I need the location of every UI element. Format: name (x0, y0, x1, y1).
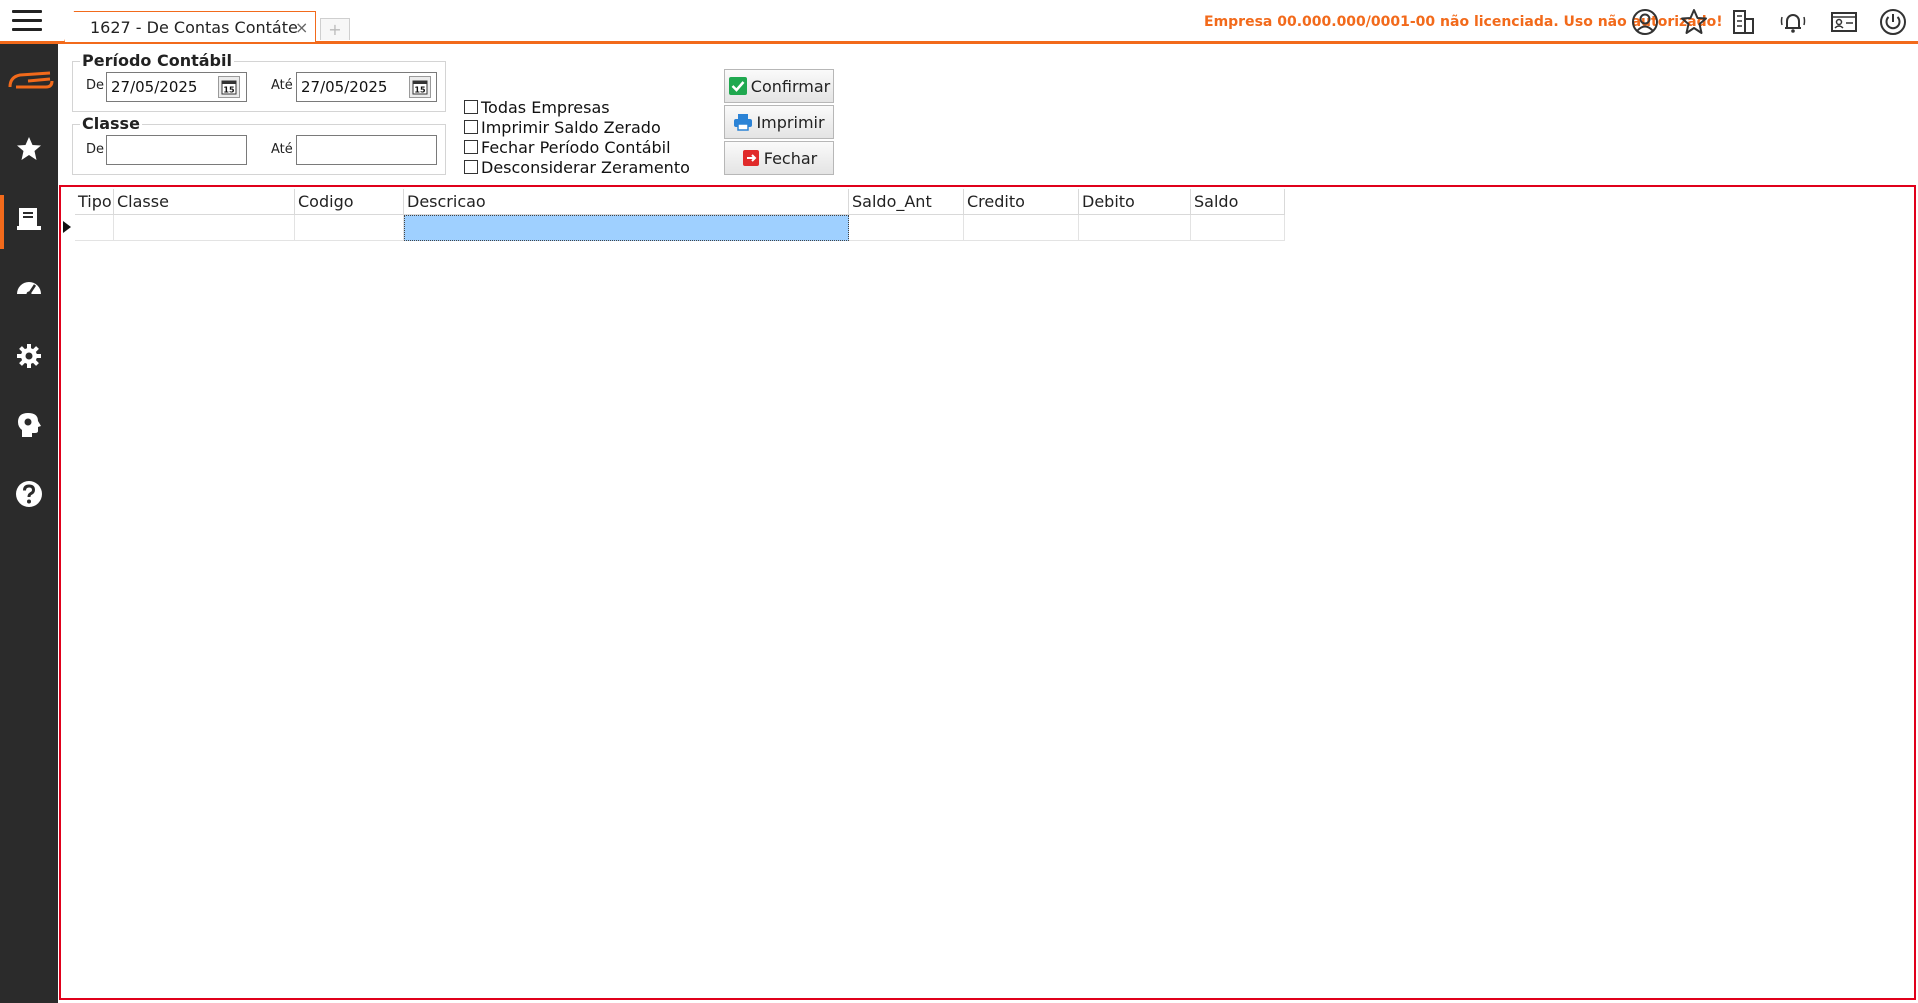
column-header-classe[interactable]: Classe (114, 189, 295, 215)
tab-close-icon[interactable]: × (295, 18, 308, 37)
menu-icon[interactable] (12, 8, 42, 34)
notification-bell-icon[interactable] (1778, 7, 1808, 37)
tab-label: 1627 - De Contas Contáte (90, 18, 298, 37)
cell-saldo-ant[interactable] (849, 215, 964, 241)
calendar-icon: 15 (412, 80, 428, 95)
top-bar: 1627 - De Contas Contáte × + Empresa 00.… (0, 0, 1918, 44)
checkbox-box[interactable] (464, 100, 478, 114)
cell-debito[interactable] (1079, 215, 1191, 241)
classe-ate-input[interactable] (296, 135, 437, 165)
sidebar-active-indicator (0, 195, 4, 249)
settings-gear-icon[interactable] (14, 341, 44, 371)
column-header-saldo-ant[interactable]: Saldo_Ant (849, 189, 964, 215)
cell-tipo[interactable] (75, 215, 114, 241)
reports-icon[interactable] (14, 204, 44, 234)
contact-card-icon[interactable] (1829, 7, 1859, 37)
periodo-de-label: De (86, 78, 105, 93)
classe-de-input[interactable] (106, 135, 247, 165)
dashboard-gauge-icon[interactable] (14, 272, 44, 302)
periodo-ate-calendar-button[interactable]: 15 (409, 76, 431, 98)
exit-door-icon (742, 150, 759, 166)
support-head-icon[interactable] (14, 410, 44, 440)
checkbox-todas-empresas[interactable]: Todas Empresas (464, 97, 610, 117)
periodo-contabil-legend: Período Contábil (80, 51, 234, 70)
checkbox-imprimir-saldo-zerado[interactable]: Imprimir Saldo Zerado (464, 117, 661, 137)
svg-text:15: 15 (223, 86, 235, 95)
cell-credito[interactable] (964, 215, 1079, 241)
classe-ate-label: Até (271, 142, 293, 157)
tab-de-contas[interactable]: 1627 - De Contas Contáte × (64, 11, 316, 42)
column-header-credito[interactable]: Credito (964, 189, 1079, 215)
checkbox-box[interactable] (464, 160, 478, 174)
confirmar-button[interactable]: Confirmar (724, 69, 834, 103)
column-header-tipo[interactable]: Tipo (75, 189, 114, 215)
column-header-codigo[interactable]: Codigo (295, 189, 404, 215)
building-icon[interactable] (1728, 7, 1758, 37)
logo-icon[interactable] (6, 65, 54, 95)
column-header-debito[interactable]: Debito (1079, 189, 1191, 215)
fechar-button[interactable]: Fechar (724, 141, 834, 175)
column-header-saldo[interactable]: Saldo (1191, 189, 1285, 215)
user-icon[interactable] (1630, 7, 1660, 37)
power-icon[interactable] (1878, 7, 1908, 37)
sidebar (0, 44, 58, 1003)
confirm-check-icon (728, 77, 747, 95)
svg-text:15: 15 (414, 86, 426, 95)
checkbox-fechar-periodo-contabil[interactable]: Fechar Período Contábil (464, 137, 671, 157)
classe-legend: Classe (80, 114, 142, 133)
star-icon[interactable] (1679, 7, 1709, 37)
table-row[interactable] (75, 215, 1285, 241)
cell-classe[interactable] (114, 215, 295, 241)
classe-de-label: De (86, 142, 105, 157)
plus-icon: + (328, 20, 342, 39)
favorites-star-icon[interactable] (14, 134, 44, 164)
cell-descricao[interactable] (404, 215, 849, 241)
checkbox-desconsiderar-zeramento[interactable]: Desconsiderar Zeramento (464, 157, 690, 177)
cell-codigo[interactable] (295, 215, 404, 241)
checkbox-box[interactable] (464, 120, 478, 134)
calendar-icon: 15 (221, 80, 237, 95)
row-indicator-arrow-icon (63, 221, 71, 233)
imprimir-button[interactable]: Imprimir (724, 105, 834, 139)
cell-saldo[interactable] (1191, 215, 1285, 241)
help-icon[interactable] (14, 479, 44, 509)
checkbox-box[interactable] (464, 140, 478, 154)
grid-header: Tipo Classe Codigo Descricao Saldo_Ant C… (75, 189, 1285, 215)
periodo-de-calendar-button[interactable]: 15 (218, 76, 240, 98)
printer-icon (734, 114, 753, 131)
new-tab-button[interactable]: + (320, 18, 350, 40)
column-header-descricao[interactable]: Descricao (404, 189, 849, 215)
results-grid[interactable]: Tipo Classe Codigo Descricao Saldo_Ant C… (59, 185, 1916, 1000)
periodo-ate-label: Até (271, 78, 293, 93)
